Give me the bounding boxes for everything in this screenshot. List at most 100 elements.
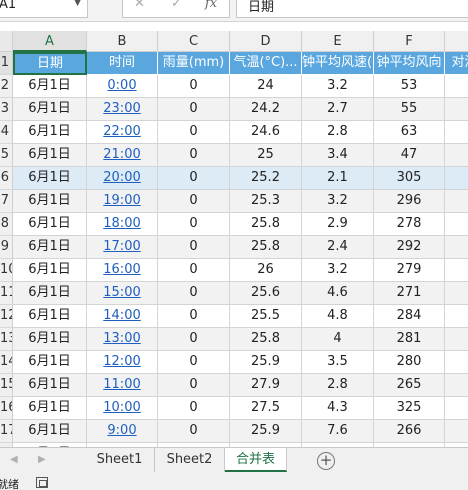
table-cell[interactable]: 9:00 [87, 420, 158, 443]
table-cell[interactable]: 6月1日 [13, 351, 87, 374]
table-cell[interactable]: 0 [158, 121, 230, 144]
table-cell[interactable]: 2.4 [302, 236, 374, 259]
table-cell[interactable]: 25.8 [230, 236, 302, 259]
table-cell[interactable]: 6月1日 [13, 305, 87, 328]
sheet-tab[interactable]: 合并表 [225, 448, 287, 472]
cancel-icon[interactable]: ✕ [134, 0, 145, 11]
table-cell[interactable]: 281 [374, 328, 445, 351]
scroll-right-icon[interactable]: ▶ [38, 454, 46, 465]
table-cell[interactable]: 325 [374, 397, 445, 420]
table-cell[interactable]: 25.8 [230, 328, 302, 351]
table-cell[interactable]: 17:00 [87, 236, 158, 259]
table-cell[interactable]: 25.8 [230, 213, 302, 236]
table-cell[interactable]: 3.2 [302, 259, 374, 282]
table-cell[interactable]: 23:00 [87, 98, 158, 121]
table-cell[interactable]: 47 [374, 144, 445, 167]
column-header[interactable]: F [374, 31, 445, 52]
sheet-tab[interactable]: Sheet1 [85, 448, 155, 472]
table-cell[interactable]: 0 [158, 374, 230, 397]
table-cell[interactable]: 25.2 [230, 167, 302, 190]
table-cell[interactable] [445, 282, 468, 305]
table-cell[interactable]: 6月1日 [13, 236, 87, 259]
table-cell[interactable]: 25.9 [230, 420, 302, 443]
table-cell[interactable] [445, 351, 468, 374]
table-cell[interactable]: 279 [374, 259, 445, 282]
row-header[interactable]: 11 [0, 282, 13, 305]
table-cell[interactable]: 0 [158, 328, 230, 351]
table-cell[interactable]: 0 [158, 351, 230, 374]
table-cell[interactable]: 266 [374, 420, 445, 443]
table-cell[interactable]: 18:00 [87, 213, 158, 236]
table-cell[interactable]: 4.8 [302, 305, 374, 328]
table-cell[interactable]: 2.8 [302, 121, 374, 144]
table-cell[interactable]: 24 [230, 75, 302, 98]
table-cell[interactable]: 278 [374, 213, 445, 236]
table-cell[interactable]: 0 [158, 167, 230, 190]
table-cell[interactable]: 14:00 [87, 305, 158, 328]
table-cell[interactable]: 305 [374, 167, 445, 190]
function-icon[interactable]: fx [205, 0, 217, 11]
table-cell[interactable]: 63 [374, 121, 445, 144]
table-cell[interactable] [445, 305, 468, 328]
table-cell[interactable]: 3.4 [302, 144, 374, 167]
row-header[interactable]: 12 [0, 305, 13, 328]
row-header[interactable]: 4 [0, 121, 13, 144]
table-cell[interactable]: 19:00 [87, 190, 158, 213]
table-cell[interactable]: 7.6 [302, 420, 374, 443]
row-header[interactable]: 6 [0, 167, 13, 190]
table-cell[interactable]: 6月1日 [13, 213, 87, 236]
table-cell[interactable]: 6月1日 [13, 121, 87, 144]
table-cell[interactable]: 292 [374, 236, 445, 259]
table-cell[interactable]: 6月1日 [13, 420, 87, 443]
table-cell[interactable] [445, 213, 468, 236]
table-cell[interactable] [445, 374, 468, 397]
table-cell[interactable]: 25.9 [230, 351, 302, 374]
table-cell[interactable]: 15:00 [87, 282, 158, 305]
table-cell[interactable]: 6月1日 [13, 190, 87, 213]
sheet-tab[interactable]: Sheet2 [155, 448, 225, 472]
table-cell[interactable]: 6月1日 [13, 75, 87, 98]
scroll-left-icon[interactable]: ◀ [10, 454, 18, 465]
header-cell[interactable]: 雨量(mm) [158, 52, 230, 75]
header-cell[interactable]: 钟平均风速(m/s) [302, 52, 374, 75]
header-cell[interactable]: 气温(°C)... [230, 52, 302, 75]
table-cell[interactable] [445, 259, 468, 282]
table-cell[interactable]: 0:00 [87, 75, 158, 98]
column-header[interactable]: D [230, 31, 302, 52]
table-cell[interactable]: 2.7 [302, 98, 374, 121]
column-header[interactable]: C [158, 31, 230, 52]
table-cell[interactable]: 3.2 [302, 190, 374, 213]
table-cell[interactable]: 0 [158, 213, 230, 236]
table-cell[interactable]: 6月1日 [13, 374, 87, 397]
table-cell[interactable]: 22:00 [87, 121, 158, 144]
table-cell[interactable]: 0 [158, 282, 230, 305]
table-cell[interactable]: 12:00 [87, 351, 158, 374]
column-header[interactable]: B [87, 31, 158, 52]
table-cell[interactable]: 296 [374, 190, 445, 213]
row-header[interactable]: 17 [0, 420, 13, 443]
check-icon[interactable]: ✓ [171, 0, 182, 11]
table-cell[interactable]: 0 [158, 305, 230, 328]
table-cell[interactable]: 6月1日 [13, 144, 87, 167]
table-cell[interactable] [445, 397, 468, 420]
macro-record-icon[interactable] [36, 477, 48, 488]
table-cell[interactable]: 6月1日 [13, 328, 87, 351]
table-cell[interactable] [445, 121, 468, 144]
select-all-corner[interactable] [0, 31, 13, 52]
table-cell[interactable]: 0 [158, 236, 230, 259]
table-cell[interactable] [445, 420, 468, 443]
row-header[interactable]: 1 [0, 52, 13, 75]
table-cell[interactable]: 27.5 [230, 397, 302, 420]
table-cell[interactable]: 0 [158, 190, 230, 213]
spreadsheet-grid[interactable]: ABCDEF 1日期时间雨量(mm)气温(°C)...钟平均风速(m/s)钟平均风… [0, 22, 468, 447]
table-cell[interactable]: 0 [158, 420, 230, 443]
chevron-down-icon[interactable]: ▼ [74, 0, 81, 8]
add-sheet-icon[interactable]: + [317, 452, 335, 470]
table-cell[interactable]: 6月1日 [13, 167, 87, 190]
row-header[interactable]: 13 [0, 328, 13, 351]
row-header[interactable]: 16 [0, 397, 13, 420]
table-cell[interactable]: 284 [374, 305, 445, 328]
row-header[interactable]: 9 [0, 236, 13, 259]
table-cell[interactable] [445, 190, 468, 213]
table-cell[interactable]: 25.6 [230, 282, 302, 305]
